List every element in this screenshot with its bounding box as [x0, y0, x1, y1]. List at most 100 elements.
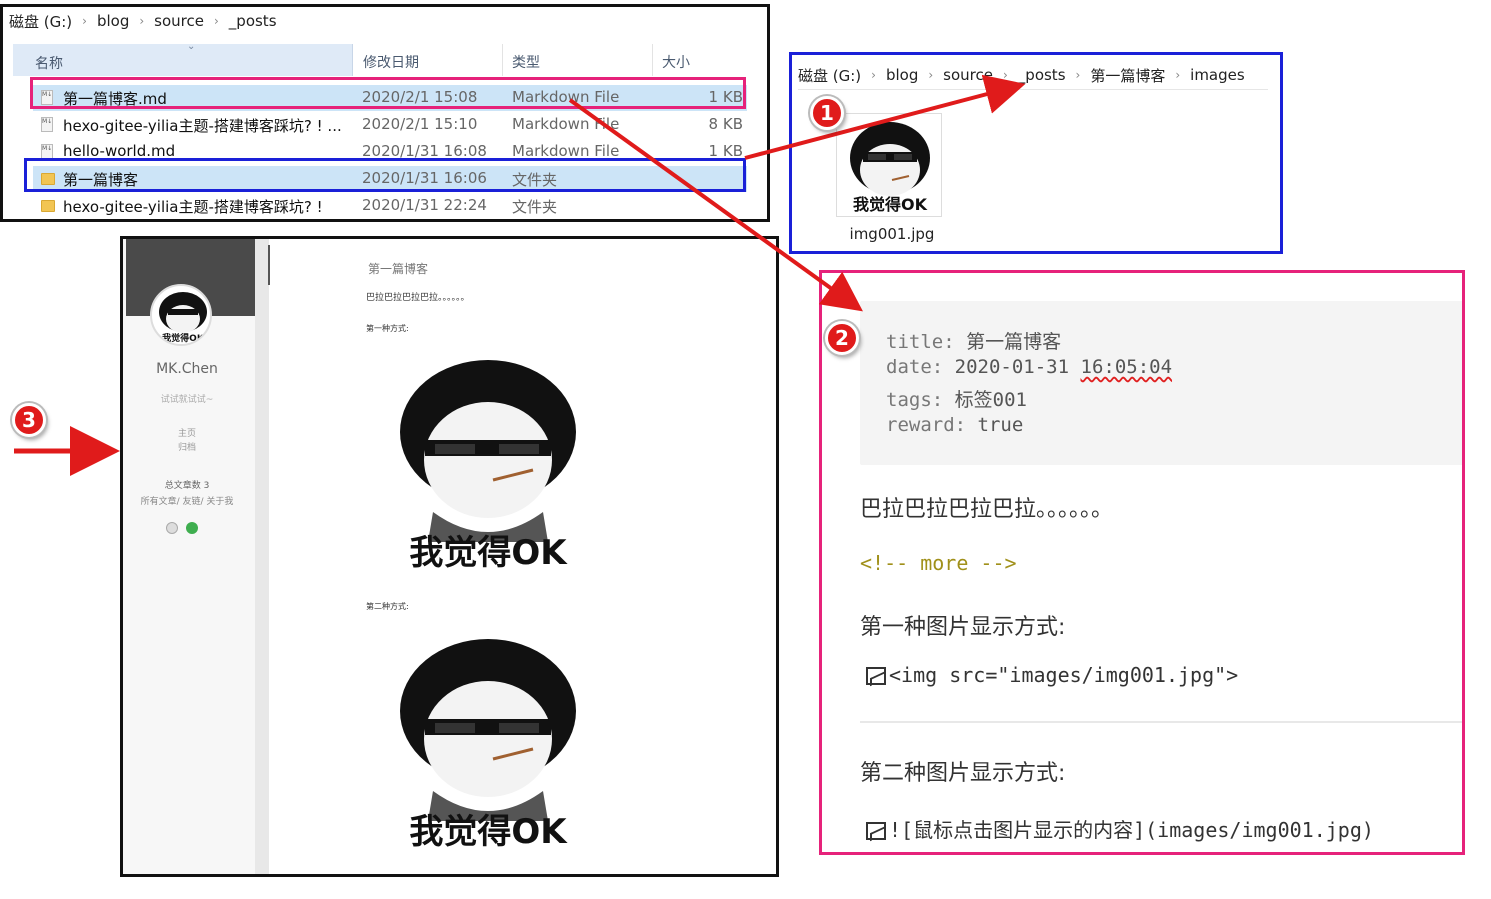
breadcrumb-source[interactable]: source [150, 12, 208, 30]
post-count: 总文章数 3 [164, 481, 210, 491]
breadcrumb-drive[interactable]: 磁盘 (G:) [5, 11, 76, 32]
fm-title-value: 第一篇博客 [966, 331, 1062, 353]
image-thumbnail[interactable]: 我觉得OK [836, 113, 942, 217]
breadcrumb-blog[interactable]: blog [882, 66, 922, 84]
breadcrumb: 磁盘 (G:) › blog › source › _posts › 第一篇博客… [794, 63, 1249, 87]
nav-home[interactable]: 主页 [123, 426, 251, 439]
md-method2-code[interactable]: ![鼠标点击图片显示的内容](images/img001.jpg) [866, 814, 1374, 843]
file-name: hexo-gitee-yilia主题-搭建博客踩坑? ! [63, 198, 323, 216]
column-header-type[interactable]: 类型 [512, 52, 540, 72]
avatar-caption: 我觉得OK [162, 332, 205, 344]
breadcrumb-first-post[interactable]: 第一篇博客 [1086, 65, 1169, 86]
folder-icon [41, 200, 55, 212]
file-row-hexo-folder[interactable]: hexo-gitee-yilia主题-搭建博客踩坑? ! 2020/1/31 2… [33, 193, 747, 219]
chevron-right-icon: › [1175, 68, 1181, 82]
chevron-right-icon: › [82, 14, 87, 28]
breadcrumb-images[interactable]: images [1186, 66, 1249, 84]
chevron-right-icon: › [871, 68, 876, 82]
breadcrumb-blog[interactable]: blog [93, 12, 133, 30]
post-intro: 巴拉巴拉巴拉巴拉。。。。。。 [366, 293, 470, 303]
broken-image-icon [866, 667, 886, 685]
meme-face-icon: 我觉得OK [400, 360, 576, 573]
column-divider[interactable] [652, 44, 653, 76]
chevron-right-icon: › [1002, 68, 1008, 82]
breadcrumb-drive[interactable]: 磁盘 (G:) [794, 65, 865, 86]
broken-image-icon [866, 822, 886, 840]
fm-title-key: title: [886, 331, 955, 353]
fm-tags-value: 标签001 [954, 389, 1027, 411]
sidebar-scrollbar[interactable] [255, 239, 270, 874]
step-badge-1: 1 [810, 96, 844, 130]
fm-reward-key: reward: [886, 414, 967, 436]
fm-tags-line: tags: 标签001 [886, 385, 1027, 412]
file-type: Markdown File [512, 115, 620, 133]
explorer-images-window: 磁盘 (G:) › blog › source › _posts › 第一篇博客… [789, 52, 1283, 254]
markdown-editor[interactable]: title: 第一篇博客 date: 2020-01-31 16:05:04 t… [819, 270, 1465, 855]
highlight-folder [24, 158, 746, 192]
fm-date-line: date: 2020-01-31 16:05:04 [886, 356, 1172, 378]
chevron-right-icon: › [928, 68, 934, 82]
fm-date-key: date: [886, 356, 944, 378]
md-method1-code[interactable]: <img src="images/img001.jpg"> [866, 663, 1238, 687]
column-header-date[interactable]: 修改日期 [363, 52, 419, 72]
post-image-2[interactable]: 我觉得OK [383, 631, 593, 852]
markdown-file-icon: M↓ [41, 144, 53, 159]
highlight-md-file [30, 77, 746, 109]
file-row-hexo-md[interactable]: M↓ hexo-gitee-yilia主题-搭建博客踩坑? ! ... 2020… [33, 112, 747, 138]
breadcrumb-source[interactable]: source [939, 66, 997, 84]
breadcrumb-posts[interactable]: _posts [1014, 66, 1070, 84]
image-file-name: img001.jpg [849, 225, 935, 243]
chevron-right-icon: › [1075, 68, 1081, 82]
fm-reward-value: true [977, 414, 1024, 436]
column-divider[interactable] [502, 44, 503, 76]
column-header-name[interactable]: 名称 ⌄ [13, 44, 353, 76]
divider [860, 721, 1462, 723]
front-matter-block[interactable]: title: 第一篇博客 date: 2020-01-31 16:05:04 t… [860, 301, 1462, 465]
md-body-text: 巴拉巴拉巴拉巴拉。。。。。。 [860, 497, 1114, 522]
meme-face-icon: 我觉得OK [400, 639, 576, 852]
sort-indicator-icon: ⌄ [187, 41, 196, 52]
author-tagline: 试试就试试~ [160, 395, 214, 405]
scroll-thumb[interactable] [268, 245, 270, 285]
step-badge-3: 3 [12, 403, 46, 437]
fm-tags-key: tags: [886, 389, 944, 411]
meme-face-icon: 我觉得OK [159, 292, 207, 344]
breadcrumb: 磁盘 (G:) › blog › source › _posts [5, 9, 281, 33]
md-method1-heading: 第一种图片显示方式: [860, 615, 1066, 640]
method1-label: 第一种方式: [366, 324, 409, 333]
file-type: 文件夹 [512, 198, 558, 216]
md-method1-code-text: <img src="images/img001.jpg"> [889, 663, 1239, 687]
divider [798, 89, 1268, 90]
post-title[interactable]: 第一篇博客 [368, 260, 428, 277]
md-method2-code-text: ![鼠标点击图片显示的内容](images/img001.jpg) [889, 818, 1374, 842]
file-name: hexo-gitee-yilia主题-搭建博客踩坑? ! ... [63, 117, 342, 135]
column-header-size[interactable]: 大小 [662, 52, 690, 72]
step-badge-2: 2 [825, 321, 859, 355]
column-header-row: 名称 ⌄ ⌄ 修改日期 类型 大小 [13, 41, 753, 76]
sidebar-links[interactable]: 所有文章/ 友链/ 关于我 [123, 494, 251, 507]
author-name[interactable]: MK.Chen [123, 361, 251, 377]
md-more-comment: <!-- more --> [860, 551, 1017, 575]
fm-reward-line: reward: true [886, 414, 1023, 436]
nav-archive[interactable]: 归档 [123, 440, 251, 453]
markdown-file-icon: M↓ [41, 117, 53, 132]
social-icons [163, 522, 213, 536]
meme-caption: 我觉得OK [409, 812, 568, 851]
blog-preview-window: 我觉得OK MK.Chen 试试就试试~ 主页 归档 总文章数 3 所有文章/ … [120, 236, 779, 877]
breadcrumb-posts[interactable]: _posts [225, 12, 281, 30]
avatar[interactable]: 我觉得OK [150, 284, 212, 346]
md-method2-heading: 第二种图片显示方式: [860, 761, 1066, 786]
thumb-caption-text: 我觉得OK [853, 195, 928, 214]
post-image-1[interactable]: 我觉得OK [383, 352, 593, 573]
chevron-right-icon: › [213, 14, 219, 28]
github-icon[interactable] [166, 522, 178, 534]
meme-face-icon: 我觉得OK [850, 122, 930, 214]
blog-sidebar: 我觉得OK MK.Chen 试试就试试~ 主页 归档 总文章数 3 所有文章/ … [123, 239, 255, 874]
chevron-right-icon: › [139, 14, 145, 28]
wechat-icon[interactable] [186, 522, 198, 534]
meme-caption: 我觉得OK [409, 533, 568, 572]
file-size: 8 KB [708, 115, 743, 133]
file-date: 2020/1/31 22:24 [362, 196, 487, 214]
fm-title-line: title: 第一篇博客 [886, 327, 1061, 354]
file-date: 2020/2/1 15:10 [362, 115, 478, 133]
